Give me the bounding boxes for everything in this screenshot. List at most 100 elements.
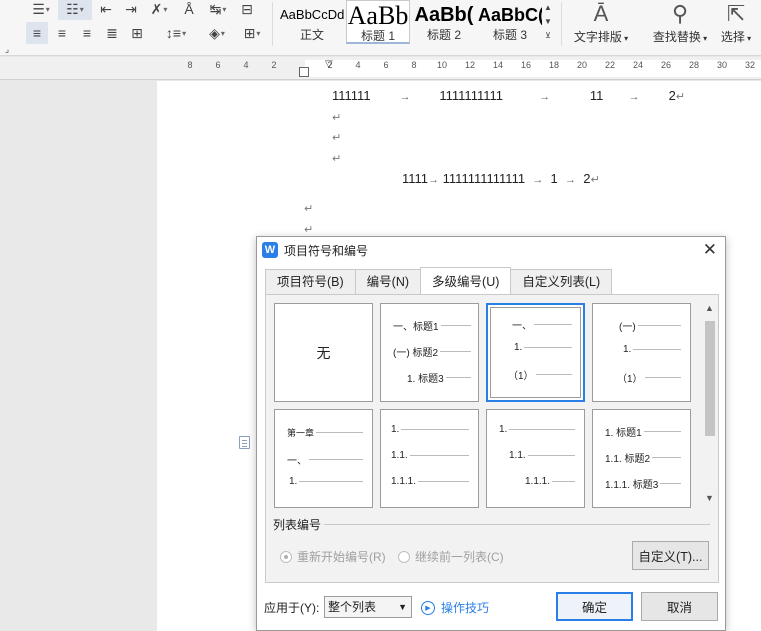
text-layout-button[interactable]: Ā 文字排版 ▾ bbox=[566, 0, 636, 45]
chevron-down-icon: ▼ bbox=[398, 602, 407, 612]
style-heading2[interactable]: AaBb( 标题 2 bbox=[412, 0, 476, 44]
tab-numbering[interactable]: 编号(N) bbox=[354, 269, 422, 294]
align-center-icon[interactable]: ≡ bbox=[51, 22, 73, 44]
bullet-list-button[interactable]: ☰ ▾ bbox=[28, 0, 54, 20]
style-heading1[interactable]: AaBb 标题 1 bbox=[346, 0, 410, 44]
show-marks-icon[interactable]: Å bbox=[178, 0, 200, 20]
scroll-down-icon[interactable]: ▼ bbox=[705, 493, 714, 503]
restart-label: 重新开始编号(R) bbox=[297, 550, 386, 564]
gallery-decimal-indented[interactable]: 1. 1.1. 1.1.1. bbox=[486, 409, 585, 508]
scroll-thumb[interactable] bbox=[705, 321, 715, 436]
gallery-chinese-numbered[interactable]: 一、 1. （1） bbox=[486, 303, 585, 402]
radio-circle-icon bbox=[280, 550, 292, 563]
sort-icon[interactable]: ↹ ▾ bbox=[204, 0, 232, 20]
bullets-numbering-dialog: W 项目符号和编号 ✕ 项目符号(B) 编号(N) 多级编号(U) 自定义列表(… bbox=[256, 236, 726, 631]
indent-marker-icon[interactable] bbox=[299, 67, 309, 77]
gallery-none[interactable]: 无 bbox=[274, 303, 373, 402]
scroll-up-icon[interactable]: ▲ bbox=[705, 303, 714, 313]
style-normal[interactable]: AaBbCcDd 正文 bbox=[280, 0, 344, 44]
gallery-scrollbar[interactable]: ▲ ▼ bbox=[704, 303, 716, 508]
borders-icon[interactable]: ⊞ ▾ bbox=[238, 22, 266, 44]
ruler-tick: 20 bbox=[576, 60, 587, 70]
ok-button[interactable]: 确定 bbox=[556, 592, 633, 621]
gallery-heading-chinese[interactable]: 一、标题1 (一) 标题2 1. 标题3 bbox=[380, 303, 479, 402]
shading-icon[interactable]: ◈ ▾ bbox=[203, 22, 231, 44]
gallery-level-row: 1. bbox=[289, 476, 363, 487]
paragraph-mark: ↵ bbox=[332, 132, 342, 144]
doc-line-1[interactable]: 111111 → 1111111111 → 11 → 2↵ bbox=[332, 88, 685, 103]
gallery-level-row: 1.1. bbox=[391, 450, 469, 461]
gallery-level-row: 1. bbox=[391, 424, 469, 435]
cancel-button[interactable]: 取消 bbox=[641, 592, 718, 621]
first-line-indent-icon[interactable]: ▽ bbox=[325, 59, 333, 70]
align-left-icon[interactable]: ≡ bbox=[26, 22, 48, 44]
gallery-paren-numbered[interactable]: (一) 1. （1） bbox=[592, 303, 691, 402]
gallery-level-row: 第一章 bbox=[287, 426, 363, 439]
style-sample: AaBbC( bbox=[478, 5, 542, 25]
continue-list-radio[interactable]: 继续前一列表(C) bbox=[398, 548, 504, 565]
tab-custom-list[interactable]: 自定义列表(L) bbox=[510, 269, 613, 294]
align-right-icon[interactable]: ≡ bbox=[76, 22, 98, 44]
doc-line-2[interactable]: 1111→ 1111111111111 → 1 → 2↵ bbox=[402, 171, 600, 186]
close-icon[interactable]: ✕ bbox=[703, 240, 717, 260]
ruler-tick: 6 bbox=[383, 60, 389, 70]
style-sample: AaBb( bbox=[414, 4, 474, 26]
apply-to-select[interactable]: 整个列表 ▼ bbox=[324, 596, 412, 618]
justify-icon[interactable]: ≣ bbox=[101, 22, 123, 44]
apply-to-label: 应用于(Y): bbox=[264, 601, 320, 615]
chinese-layout-icon[interactable]: ✗ ▾ bbox=[145, 0, 173, 20]
restart-numbering-radio[interactable]: 重新开始编号(R) bbox=[280, 548, 386, 565]
ruler-tick: 16 bbox=[520, 60, 531, 70]
gallery-level-row: 1.1.1. bbox=[525, 476, 575, 487]
ruler-tick: 32 bbox=[744, 60, 755, 70]
ruler-tick: 12 bbox=[464, 60, 475, 70]
decrease-indent-icon[interactable]: ⇤ bbox=[95, 0, 117, 20]
find-replace-button[interactable]: ⚲ 查找替换 ▾ bbox=[646, 0, 714, 45]
multilevel-panel: 无 一、标题1 (一) 标题2 1. 标题3 一、 1. （1） (一) 1. … bbox=[265, 294, 719, 583]
select-label: 选择 bbox=[720, 30, 745, 44]
gallery-level-row: 一、 bbox=[287, 452, 363, 467]
ruler-tick: 10 bbox=[436, 60, 447, 70]
gallery-decimal-flat[interactable]: 1. 1.1. 1.1.1. bbox=[380, 409, 479, 508]
tips-label: 操作技巧 bbox=[441, 601, 490, 615]
styles-expand-icon[interactable]: ⊻ bbox=[541, 28, 555, 42]
left-margin-area bbox=[0, 81, 157, 631]
styles-scroll-up-icon[interactable]: ▲ bbox=[541, 0, 555, 14]
line-spacing-icon[interactable]: ↕≡ ▾ bbox=[160, 22, 192, 44]
continue-label: 继续前一列表(C) bbox=[415, 550, 504, 564]
gallery-level-row: 1.1. bbox=[509, 450, 575, 461]
table-draw-icon[interactable]: ⊟ bbox=[236, 0, 258, 20]
style-sample: AaBb bbox=[347, 1, 409, 29]
radio-circle-icon bbox=[398, 550, 410, 563]
gallery-level-row: 1. 标题3 bbox=[407, 370, 471, 385]
tab-multilevel[interactable]: 多级编号(U) bbox=[420, 267, 512, 294]
divider bbox=[561, 2, 562, 46]
gallery-level-row: 1.1.1. bbox=[391, 476, 469, 487]
style-heading3[interactable]: AaBbC( 标题 3 bbox=[478, 0, 542, 44]
style-label: 标题 1 bbox=[360, 29, 395, 43]
numbered-list-button[interactable]: ☷ ▾ bbox=[58, 0, 92, 20]
wps-app-icon: W bbox=[262, 242, 278, 258]
paragraph-mark: ↵ bbox=[304, 224, 314, 236]
gallery-decimal-headings[interactable]: 1. 标题1 1.1. 标题2 1.1.1. 标题3 bbox=[592, 409, 691, 508]
styles-scroll-down-icon[interactable]: ▼ bbox=[541, 14, 555, 28]
paragraph-mark: ↵ bbox=[332, 112, 342, 124]
gallery-level-row: 1. bbox=[623, 344, 681, 355]
customize-button[interactable]: 自定义(T)... bbox=[632, 541, 709, 570]
play-icon: ▶ bbox=[421, 600, 435, 615]
apply-to-value: 整个列表 bbox=[328, 600, 377, 614]
dialog-titlebar[interactable]: W 项目符号和编号 ✕ bbox=[257, 237, 725, 263]
ruler-tick: 14 bbox=[492, 60, 503, 70]
paragraph-mark: ↵ bbox=[304, 203, 314, 215]
ruler-tick: 28 bbox=[688, 60, 699, 70]
tab-bullets[interactable]: 项目符号(B) bbox=[265, 269, 356, 294]
gallery-chapter[interactable]: 第一章 一、 1. bbox=[274, 409, 373, 508]
increase-indent-icon[interactable]: ⇥ bbox=[120, 0, 142, 20]
gallery-level-row: （1） bbox=[617, 370, 681, 385]
ruler-tick: 8 bbox=[187, 60, 193, 70]
distributed-icon[interactable]: ⊞ bbox=[126, 22, 148, 44]
tips-link[interactable]: ▶ 操作技巧 bbox=[421, 599, 489, 616]
select-button[interactable]: ⇱ 选择 ▾ bbox=[716, 0, 756, 45]
ruler-tick: 24 bbox=[632, 60, 643, 70]
horizontal-ruler[interactable]: 8 6 4 2 2 4 6 8 10 12 14 16 18 20 22 24 … bbox=[0, 57, 761, 80]
